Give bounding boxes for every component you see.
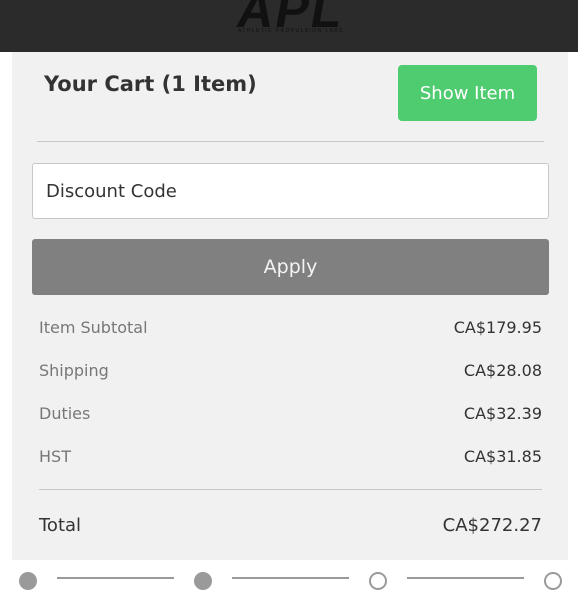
total-divider: [39, 489, 542, 490]
total-label: Total: [39, 514, 82, 536]
step-3-indicator: [369, 572, 387, 590]
summary-label: Shipping: [39, 360, 109, 380]
summary-row-hst: HST CA$31.85: [39, 444, 542, 468]
cart-title: Your Cart (1 Item): [44, 72, 257, 96]
summary-value: CA$31.85: [463, 446, 542, 466]
step-1-indicator: [19, 572, 37, 590]
apl-logo[interactable]: APL ATHLETIC PROPULSION LABS: [233, 0, 349, 40]
summary-row-total: Total CA$272.27: [39, 513, 542, 537]
total-value: CA$272.27: [442, 514, 542, 536]
cart-header-divider: [37, 141, 544, 142]
summary-row-shipping: Shipping CA$28.08: [39, 358, 542, 382]
show-item-button[interactable]: Show Item: [398, 65, 537, 121]
step-connector: [57, 577, 174, 579]
summary-row-duties: Duties CA$32.39: [39, 401, 542, 425]
summary-label: HST: [39, 446, 71, 466]
checkout-progress-stepper: [0, 566, 578, 590]
apply-discount-button[interactable]: Apply: [32, 239, 549, 295]
summary-label: Duties: [39, 403, 91, 423]
step-connector: [407, 577, 524, 579]
summary-value: CA$28.08: [463, 360, 542, 380]
logo-tagline: ATHLETIC PROPULSION LABS: [238, 28, 344, 34]
top-header: APL ATHLETIC PROPULSION LABS: [0, 0, 578, 52]
summary-value: CA$32.39: [463, 403, 542, 423]
summary-value: CA$179.95: [453, 317, 542, 337]
step-4-indicator: [544, 572, 562, 590]
step-2-indicator: [194, 572, 212, 590]
cart-summary-card: [12, 52, 568, 560]
summary-label: Item Subtotal: [39, 317, 148, 337]
discount-code-input[interactable]: [32, 163, 549, 219]
step-connector: [232, 577, 349, 579]
summary-row-subtotal: Item Subtotal CA$179.95: [39, 315, 542, 339]
